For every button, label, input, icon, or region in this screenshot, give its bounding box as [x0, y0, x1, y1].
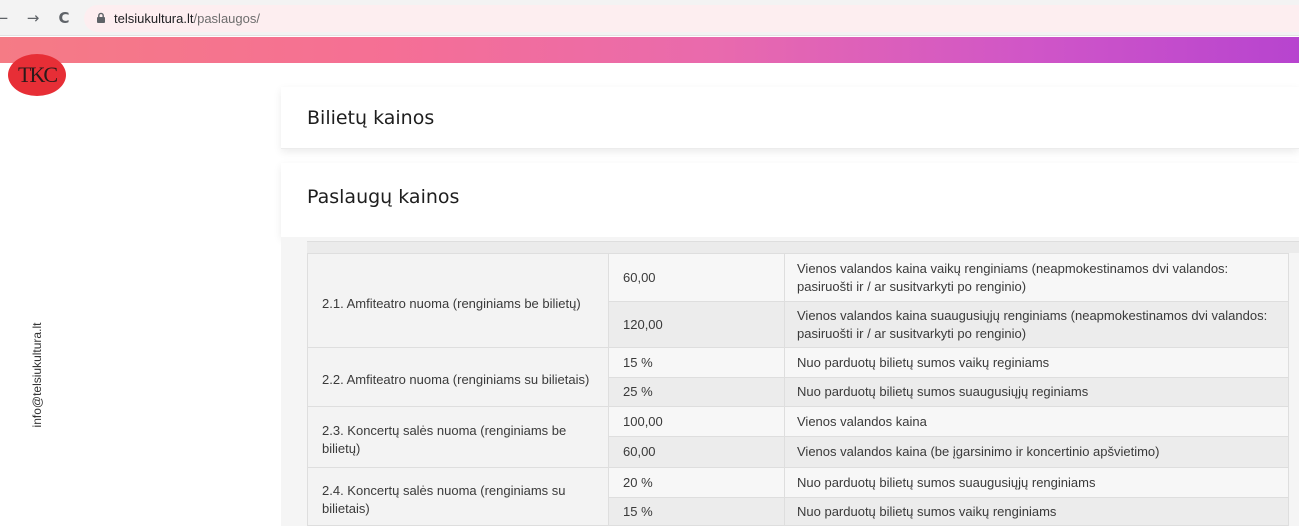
site-logo[interactable]: TKC	[8, 54, 66, 96]
table-description-cell: Nuo parduotų bilietų sumos suaugusiųjų r…	[784, 467, 1289, 498]
table-service-cell: 2.3. Koncertų salės nuoma (renginiams be…	[307, 406, 609, 468]
services-section-title: Paslaugų kainos	[307, 186, 460, 208]
url-domain: telsiukultura.lt	[114, 11, 194, 26]
table-price-cell: 15 %	[608, 347, 785, 378]
table-service-cell: 2.1. Amfiteatro nuoma (renginiams be bil…	[307, 253, 609, 348]
table-description-cell: Vienos valandos kaina suaugusiųjų rengin…	[784, 301, 1289, 348]
lock-icon	[97, 12, 105, 23]
table-price-cell: 100,00	[608, 406, 785, 437]
table-header-strip	[307, 241, 1299, 253]
table-description-cell: Nuo parduotų bilietų sumos vaikų rengini…	[784, 497, 1289, 526]
browser-toolbar: ← → C telsiukultura.lt/paslaugos/	[0, 0, 1299, 36]
services-price-table: 2.1. Amfiteatro nuoma (renginiams be bil…	[307, 253, 1289, 526]
table-description-cell: Nuo parduotų bilietų sumos vaikų reginia…	[784, 347, 1289, 378]
table-description-cell: Vienos valandos kaina vaikų renginiams (…	[784, 253, 1289, 302]
table-price-cell: 25 %	[608, 377, 785, 407]
table-service-cell: 2.2. Amfiteatro nuoma (renginiams su bil…	[307, 347, 609, 407]
table-price-cell: 60,00	[608, 253, 785, 302]
table-price-cell: 120,00	[608, 301, 785, 348]
table-description-cell: Vienos valandos kaina (be įgarsinimo ir …	[784, 436, 1289, 468]
tickets-section-title: Bilietų kainos	[307, 107, 435, 129]
url-path: /paslaugos/	[193, 11, 260, 26]
table-price-cell: 20 %	[608, 467, 785, 498]
forward-arrow-icon[interactable]: →	[24, 9, 42, 27]
logo-text: TKC	[18, 62, 58, 87]
table-price-cell: 60,00	[608, 436, 785, 468]
address-bar[interactable]: telsiukultura.lt/paslaugos/	[84, 5, 1299, 32]
url-text: telsiukultura.lt/paslaugos/	[114, 11, 260, 26]
reload-icon[interactable]: C	[55, 9, 73, 27]
services-section-card[interactable]: Paslaugų kainos	[281, 163, 1299, 237]
table-price-cell: 15 %	[608, 497, 785, 526]
table-service-cell: 2.4. Koncertų salės nuoma (renginiams su…	[307, 467, 609, 526]
table-description-cell: Vienos valandos kaina	[784, 406, 1289, 437]
back-arrow-icon[interactable]: ←	[0, 9, 11, 27]
header-gradient-band	[0, 37, 1299, 63]
services-price-table-area: 2.1. Amfiteatro nuoma (renginiams be bil…	[281, 237, 1299, 526]
side-email-link[interactable]: info@telsiukultura.lt	[30, 323, 44, 428]
tickets-section-card[interactable]: Bilietų kainos	[281, 87, 1299, 149]
table-description-cell: Nuo parduotų bilietų sumos suaugusiųjų r…	[784, 377, 1289, 407]
